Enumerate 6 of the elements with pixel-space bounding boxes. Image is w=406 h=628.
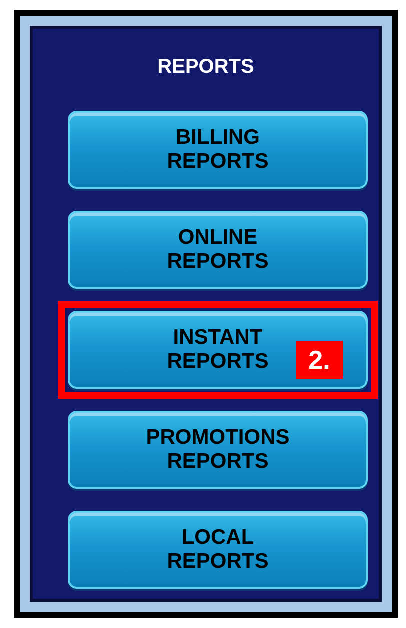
report-button[interactable]: PROMOTIONS REPORTS	[68, 411, 368, 489]
step-badge: 2.	[296, 341, 343, 379]
report-button[interactable]: ONLINE REPORTS	[68, 211, 368, 289]
menu-title: REPORTS	[158, 55, 254, 80]
report-button[interactable]: BILLING REPORTS	[68, 111, 368, 189]
report-button[interactable]: LOCAL REPORTS	[68, 511, 368, 589]
